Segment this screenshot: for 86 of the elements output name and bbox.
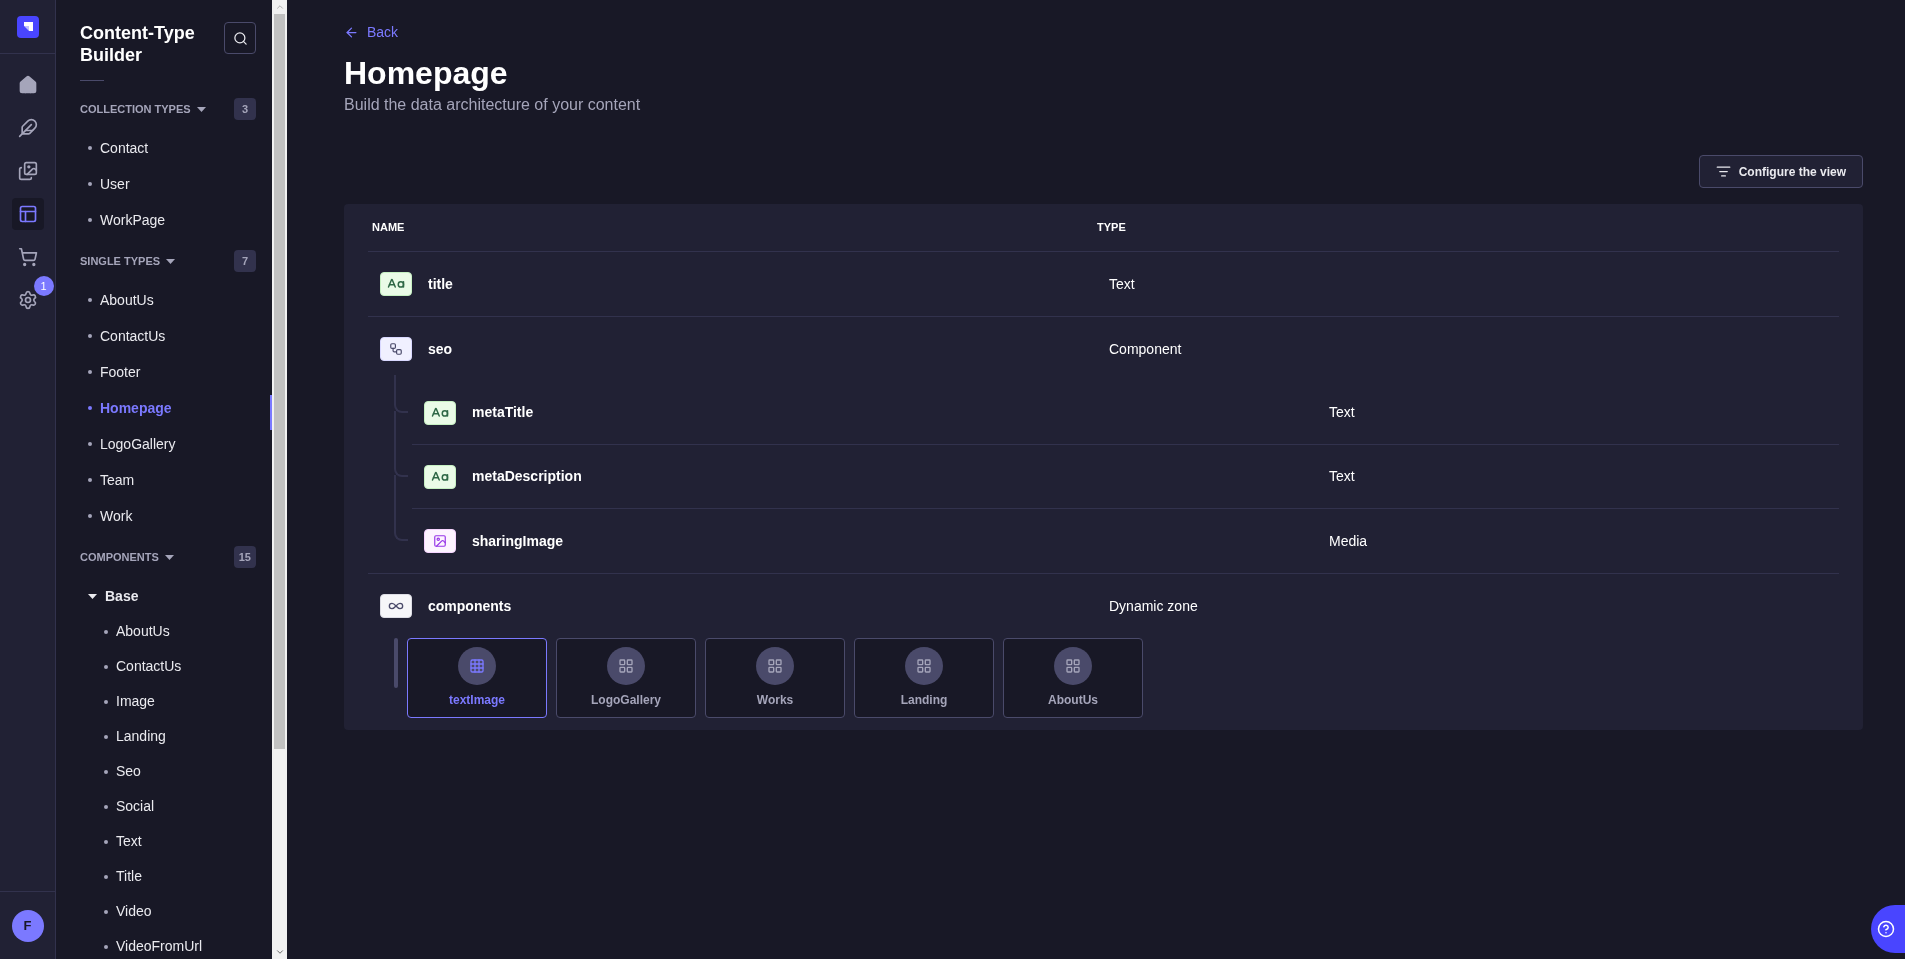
component-card[interactable]: textImage bbox=[407, 638, 547, 718]
cart-icon bbox=[17, 247, 38, 267]
field-name: sharingImage bbox=[472, 531, 565, 551]
sidebar-item[interactable]: Landing bbox=[80, 719, 256, 754]
caret-icon bbox=[88, 591, 97, 601]
caret-icon bbox=[166, 258, 176, 264]
back-link[interactable]: Back bbox=[344, 22, 399, 43]
user-avatar[interactable]: F bbox=[11, 909, 44, 942]
field-name: metaTitle bbox=[472, 403, 535, 422]
sidebar-item[interactable]: WorkPage bbox=[80, 202, 256, 238]
component-card[interactable]: AboutUs bbox=[1003, 638, 1143, 718]
field-type: Component bbox=[1109, 339, 1182, 359]
component-card[interactable]: Works bbox=[705, 638, 845, 718]
scroll-down-icon bbox=[274, 947, 285, 957]
grid-icon bbox=[1054, 647, 1092, 685]
tree-line bbox=[394, 375, 408, 413]
section-toggle[interactable]: COLLECTION TYPES bbox=[80, 100, 206, 118]
scroll-up-icon bbox=[274, 2, 285, 12]
scrollbar[interactable] bbox=[272, 0, 287, 959]
text-type-icon bbox=[380, 272, 412, 296]
count-badge: 7 bbox=[234, 250, 256, 272]
grid-icon bbox=[905, 647, 943, 685]
sidebar-item[interactable]: AboutUs bbox=[80, 282, 256, 318]
logo-icon bbox=[16, 15, 39, 38]
field-type: Text bbox=[1329, 403, 1355, 422]
field-name: components bbox=[428, 596, 513, 616]
nodes-icon bbox=[380, 337, 412, 361]
field-type: Media bbox=[1329, 531, 1368, 551]
field-name: metaDescription bbox=[472, 467, 583, 486]
sidebar-item[interactable]: Footer bbox=[80, 354, 256, 390]
grid-icon bbox=[756, 647, 794, 685]
sidebar-item[interactable]: Social bbox=[80, 789, 256, 824]
field-type: Dynamic zone bbox=[1109, 596, 1198, 616]
configure-view-button[interactable]: Configure the view bbox=[1698, 155, 1863, 188]
image-icon bbox=[424, 529, 456, 553]
text-type-icon bbox=[424, 400, 456, 425]
infinity-icon bbox=[380, 594, 412, 618]
sidebar-item[interactable]: ContactUs bbox=[80, 318, 256, 354]
sidebar-item[interactable]: Team bbox=[80, 462, 256, 498]
grid-icon bbox=[607, 647, 645, 685]
sidebar-item[interactable]: ContactUs bbox=[80, 649, 256, 684]
column-header: NAME bbox=[372, 220, 406, 236]
sidebar-item[interactable]: Video bbox=[80, 894, 256, 929]
sidebar-item[interactable]: LogoGallery bbox=[80, 426, 256, 462]
component-card[interactable]: LogoGallery bbox=[556, 638, 696, 718]
sidebar-item[interactable]: Work bbox=[80, 498, 256, 534]
field-type: Text bbox=[1109, 274, 1135, 294]
component-card[interactable]: Landing bbox=[854, 638, 994, 718]
field-name: seo bbox=[428, 339, 454, 359]
group-toggle[interactable]: Base bbox=[80, 578, 256, 614]
count-badge: 15 bbox=[233, 546, 256, 568]
sidebar-title: Content-Type Builder bbox=[80, 22, 196, 66]
caret-icon bbox=[164, 554, 174, 560]
text-type-icon bbox=[424, 464, 456, 489]
help-button[interactable] bbox=[1871, 905, 1905, 953]
page-subtitle: Build the data architecture of your content bbox=[344, 95, 642, 115]
help-icon bbox=[1877, 920, 1895, 938]
feather-icon bbox=[17, 118, 38, 138]
section-toggle[interactable]: COMPONENTS bbox=[80, 548, 174, 566]
sidebar-item[interactable]: Homepage bbox=[80, 390, 256, 426]
section-toggle[interactable]: SINGLE TYPES bbox=[80, 252, 176, 270]
list-icon bbox=[1715, 164, 1731, 179]
page-title: Homepage bbox=[344, 54, 509, 93]
search-icon bbox=[232, 30, 248, 46]
sidebar-item[interactable]: Title bbox=[80, 859, 256, 894]
field-name: title bbox=[428, 274, 454, 294]
sidebar-item[interactable]: Text bbox=[80, 824, 256, 859]
sidebar-item[interactable]: User bbox=[80, 166, 256, 202]
grid-icon bbox=[458, 647, 496, 685]
sidebar-item[interactable]: Contact bbox=[80, 130, 256, 166]
layout-icon bbox=[17, 204, 38, 224]
count-badge: 3 bbox=[234, 98, 256, 120]
settings-icon bbox=[17, 290, 38, 310]
caret-icon bbox=[196, 106, 206, 112]
rail-button[interactable] bbox=[11, 198, 44, 230]
sidebar-item[interactable]: Image bbox=[80, 684, 256, 719]
active-indicator bbox=[270, 395, 272, 430]
home-icon bbox=[17, 75, 38, 95]
images-icon bbox=[17, 161, 38, 181]
sidebar-item[interactable]: VideoFromUrl bbox=[80, 929, 256, 959]
sidebar-item[interactable]: AboutUs bbox=[80, 614, 256, 649]
search-button[interactable] bbox=[224, 22, 256, 54]
column-header: TYPE bbox=[1097, 220, 1126, 236]
sidebar-item[interactable]: Seo bbox=[80, 754, 256, 789]
notification-badge: 1 bbox=[33, 276, 54, 296]
field-type: Text bbox=[1329, 467, 1355, 486]
